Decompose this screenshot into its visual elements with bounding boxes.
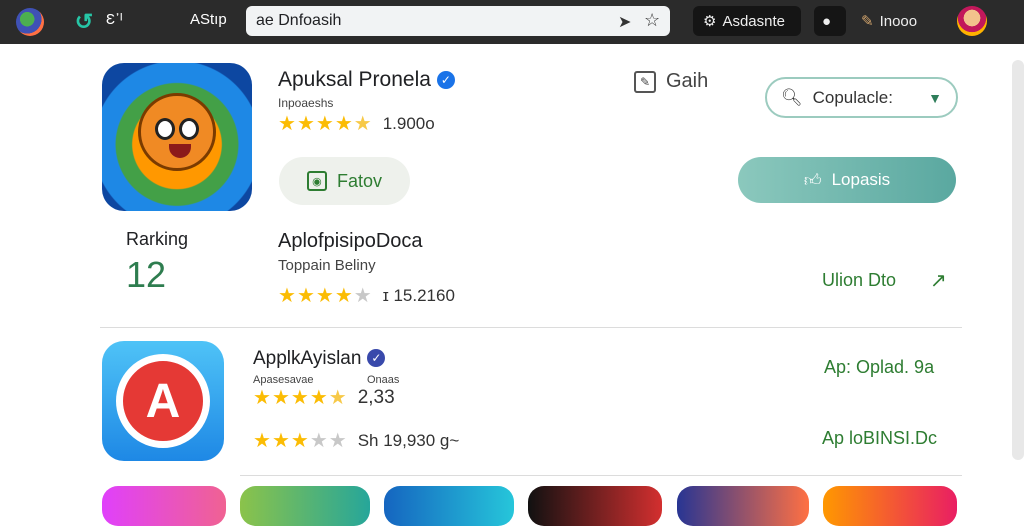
search-bar[interactable]: ae Dnfoasih ➤ ☆ [246, 6, 670, 36]
app-thumbnail[interactable] [384, 486, 514, 526]
app3-rating-value: 2,33 [357, 387, 395, 408]
app1-title[interactable]: Apuksal Pronela [278, 68, 431, 91]
star-icon: ★ [278, 285, 296, 307]
favorite-label: Fatov [336, 170, 383, 191]
bell-icon: ● [822, 12, 832, 30]
ranking-label: Rarking [126, 229, 189, 249]
star-icon: ★ [309, 387, 328, 409]
app2-link[interactable]: Ulion Dto [822, 270, 896, 291]
star-icon: ★ [315, 285, 334, 307]
install-button[interactable]: 👍︎ Lopasis [738, 157, 956, 203]
user-label: Inooo [879, 12, 918, 30]
app3-rating-secondary: ★ ★ ★ ★ ★ Ѕh 19,930 g~ [253, 431, 459, 451]
star-icon: ★ [296, 285, 315, 307]
star-empty-icon: ★ [309, 430, 328, 452]
app1-rating: ★ ★ ★ ★ ★ 1.900o [278, 114, 435, 134]
avatar[interactable] [957, 6, 987, 36]
star-half-icon: ★ [328, 387, 347, 409]
app-icon-cat[interactable] [102, 63, 252, 211]
star-icon: ★ [271, 430, 290, 452]
favorite-button[interactable]: ◉ Fatov [279, 157, 410, 205]
star-icon: ★ [315, 113, 334, 135]
store-title[interactable]: AStıp [190, 11, 227, 28]
star-icon: ★ [334, 285, 353, 307]
star-icon: ★ [290, 387, 309, 409]
star-icon: ★ [334, 113, 353, 135]
app3-rating: ★ ★ ★ ★ ★ 2,33 [253, 387, 395, 409]
verified-icon: ✓ [436, 71, 455, 89]
settings-icon: ⚙ [703, 13, 717, 30]
hammer-icon: ✎ [861, 13, 874, 30]
app3-title[interactable]: ApplkAyislan [253, 348, 361, 369]
divider [240, 475, 962, 476]
account-label: Asdasnte [722, 12, 785, 30]
app1-rating-value: 1.900o [382, 114, 435, 133]
star-half-icon: ★ [353, 113, 372, 135]
app-thumbnail[interactable] [823, 486, 957, 526]
app3-rating-secondary-value: Ѕh 19,930 g~ [357, 431, 460, 450]
star-icon: ★ [253, 387, 271, 409]
install-label: Lopasis [831, 170, 891, 189]
user-menu[interactable]: ✎ Inooo [851, 6, 941, 36]
cat-face-icon [138, 93, 216, 171]
divider [100, 327, 962, 328]
app3-link-details[interactable]: Ap loBINSI.Dc [822, 428, 937, 449]
edit-icon: ✎ [634, 70, 656, 93]
search-icon: 🔍︎ [781, 87, 803, 107]
back-arrow-icon[interactable]: ↺ [70, 8, 98, 36]
star-icon: ★ [290, 430, 309, 452]
thumbs-up-icon: 👍︎ [803, 170, 822, 190]
app-icon-a[interactable]: A [102, 341, 224, 461]
trend-arrow-icon[interactable]: ↗ [930, 268, 947, 293]
star-icon: ★ [271, 387, 290, 409]
store-logo-icon[interactable] [16, 8, 44, 36]
star-bookmark-icon[interactable]: ☆ [644, 10, 660, 31]
app3-developer[interactable]: Apasesavae [253, 374, 314, 386]
star-icon: ★ [253, 430, 271, 452]
gaih-label: Gaih [666, 70, 709, 92]
share-icon[interactable]: ➤ [618, 12, 631, 32]
app-thumbnail[interactable] [240, 486, 370, 526]
account-button[interactable]: ⚙ Asdasnte [693, 6, 801, 36]
star-icon: ★ [278, 113, 296, 135]
app2-rating-value: ɪ 15.2160 [382, 286, 455, 305]
dropdown-label: Copulacle: [812, 87, 893, 107]
app1-title-row: Apuksal Pronela ✓ [278, 68, 455, 92]
app2-subtitle: Toppain Beliny [278, 257, 376, 274]
notification-button[interactable]: ● [814, 6, 846, 36]
app1-developer[interactable]: Inpoaeshs [278, 96, 333, 110]
app-label: Ɛ᾿ᴵ [106, 11, 123, 28]
app3-link-upload[interactable]: Ap: Oplad. 9a [824, 357, 934, 378]
star-empty-icon: ★ [328, 430, 347, 452]
app-thumbnail[interactable] [677, 486, 809, 526]
app-thumbnail[interactable] [528, 486, 662, 526]
app-thumbnail[interactable] [102, 486, 226, 526]
scrollbar[interactable] [1012, 60, 1024, 460]
search-input[interactable]: ae Dnfoasih [256, 12, 341, 30]
chevron-down-icon: ▼ [928, 89, 942, 106]
letter-a-icon: A [116, 354, 210, 448]
check-box-icon: ◉ [306, 171, 327, 191]
app2-rating: ★ ★ ★ ★ ★ ɪ 15.2160 [278, 286, 455, 306]
category-dropdown[interactable]: 🔍︎ Copulacle: ▼ [765, 77, 958, 118]
top-bar: ↺ Ɛ᾿ᴵ AStıp ae Dnfoasih ➤ ☆ ⚙ Asdasnte ●… [0, 0, 1024, 44]
verified-icon: ✓ [367, 349, 386, 367]
gaih-button[interactable]: ✎ Gaih [634, 70, 708, 93]
app3-developer-alt[interactable]: Onaas [367, 374, 399, 386]
app3-title-row: ApplkAyislan ✓ [253, 348, 386, 370]
app2-title[interactable]: AplofpisipoDoca [278, 230, 423, 253]
star-icon: ★ [296, 113, 315, 135]
star-empty-icon: ★ [353, 285, 372, 307]
ranking-value: 12 [126, 254, 167, 295]
